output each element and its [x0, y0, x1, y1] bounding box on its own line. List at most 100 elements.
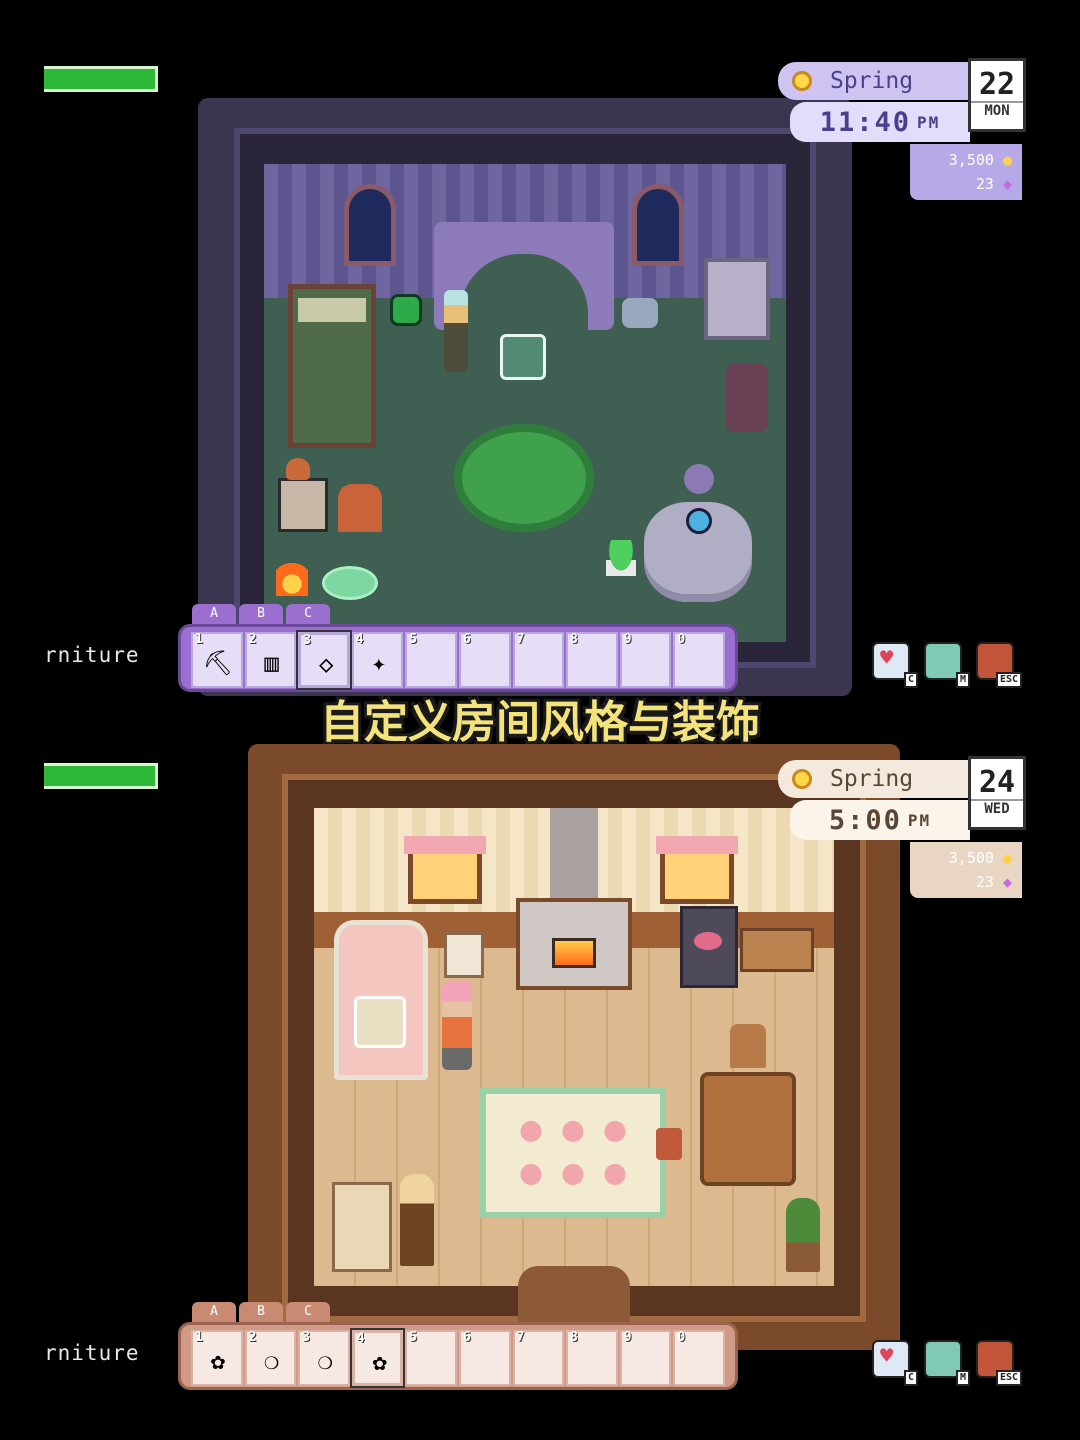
heart-menu-icon[interactable]: ♥ C [872, 642, 918, 688]
season-display: Spring [778, 760, 970, 798]
bottom-stamina-bar [44, 763, 158, 789]
gem-icon: ◆ [1002, 175, 1012, 193]
crystal-ball-icon [686, 508, 712, 534]
journal-menu-icon[interactable]: ESC [976, 642, 1022, 688]
kitchen-counter[interactable] [740, 928, 814, 972]
hotbar-slot-7[interactable]: 7 [512, 632, 565, 688]
top-menu-icons: ♥ C M ESC [872, 642, 1022, 688]
hotbar-slot-2[interactable]: 2 ▥ [244, 632, 297, 688]
heart-menu-icon[interactable]: ♥ C [872, 1340, 918, 1386]
time-display: 5:00 PM [790, 800, 970, 840]
nightstand[interactable] [444, 932, 484, 978]
bottom-side-label: rniture [44, 1341, 140, 1365]
hotbar-slot-0[interactable]: 0 [673, 1330, 725, 1386]
slot-number: 7 [516, 632, 525, 647]
hotbar-slot-9[interactable]: 9 [619, 632, 672, 688]
time-value: 11:40 [819, 106, 911, 138]
door[interactable] [518, 1266, 630, 1330]
hotbar-slot-7[interactable]: 7 [512, 1330, 565, 1386]
heart-icon: ♥ [880, 646, 894, 671]
journal-menu-icon[interactable]: ESC [976, 1340, 1022, 1386]
hotbar-slot-5[interactable]: 5 [405, 632, 457, 688]
hotbar-slot-4[interactable]: 4 ✦ [351, 632, 404, 688]
tab-b[interactable]: B [239, 1302, 283, 1322]
key-hint-c: C [903, 1370, 918, 1386]
bookshelf[interactable] [704, 258, 770, 340]
green-mat[interactable] [322, 566, 378, 600]
currency-panel: 3,500 ● 23 ◆ [910, 842, 1022, 898]
stool[interactable] [684, 464, 714, 494]
gold-count: 3,500 [948, 151, 994, 169]
hotbar-slot-1[interactable]: 1 ⛏ [191, 632, 243, 688]
calendar-icon[interactable]: 24 WED [968, 756, 1026, 830]
brick-stool[interactable] [338, 484, 382, 532]
gem-icon: ◆ [1002, 873, 1012, 891]
slot-number: 6 [462, 632, 471, 647]
hotbar-slot-0[interactable]: 0 [673, 632, 725, 688]
floor-lamp[interactable] [400, 1174, 434, 1266]
sun-icon [792, 769, 812, 789]
bed-pillow [298, 298, 366, 322]
slot-number: 9 [623, 1330, 632, 1345]
dining-chair[interactable] [730, 1024, 766, 1068]
season-display: Spring [778, 62, 970, 100]
green-mushroom-lamp[interactable] [606, 540, 636, 576]
tab-c[interactable]: C [286, 604, 330, 624]
top-side-label: rniture [44, 643, 140, 667]
green-rug[interactable] [454, 424, 594, 532]
gold-coin-icon: ● [1002, 151, 1012, 169]
slot-number: 9 [623, 632, 632, 647]
hotbar-slot-2[interactable]: 2 ❍ [244, 1330, 297, 1386]
hotbar-slot-3[interactable]: 3 ❍ [298, 1330, 350, 1386]
plant-shelf[interactable] [332, 1182, 392, 1272]
rug-pattern [510, 1110, 636, 1196]
calendar-weekday: WED [971, 799, 1023, 817]
window-left-curtain [404, 836, 486, 854]
dining-table[interactable] [700, 1072, 796, 1186]
hotbar-slot-9[interactable]: 9 [619, 1330, 672, 1386]
shards-icon: ✦ [371, 649, 387, 677]
hotbar-slot-8[interactable]: 8 [566, 632, 618, 688]
slot-number: 5 [409, 1330, 418, 1345]
flower-pot-icon: ✿ [210, 1347, 226, 1375]
calendar-icon[interactable]: 22 MON [968, 58, 1026, 132]
time-value: 5:00 [828, 804, 902, 836]
small-stool[interactable] [656, 1128, 682, 1160]
hotbar-slot-3[interactable]: 3 ◇ [296, 630, 352, 690]
top-hud: Spring 11:40 PM 22 MON 3,500 ● 23 ◆ [778, 58, 1028, 202]
hotbar-slot-4[interactable]: 4 ✿ [349, 1328, 406, 1388]
placement-cursor[interactable] [354, 996, 406, 1048]
tab-b[interactable]: B [239, 604, 283, 624]
hotbar-slot-6[interactable]: 6 [458, 632, 511, 688]
tab-c[interactable]: C [286, 1302, 330, 1322]
pickaxe-icon: ⛏ [202, 649, 234, 677]
tab-a[interactable]: A [192, 604, 236, 624]
hotbar-slot-6[interactable]: 6 [458, 1330, 511, 1386]
season-label: Spring [830, 68, 914, 94]
window-right-curtain [656, 836, 738, 854]
jar-icon: ❍ [264, 1347, 279, 1375]
gem-count: 23 [975, 175, 994, 193]
bottom-hotbar-tabs: A B C [192, 1302, 330, 1322]
slot-number: 3 [303, 633, 312, 648]
tab-a[interactable]: A [192, 1302, 236, 1322]
hotbar-slot-5[interactable]: 5 [405, 1330, 457, 1386]
crystal-icon: ◇ [318, 650, 334, 678]
placement-cursor[interactable] [500, 334, 546, 380]
green-vase[interactable] [390, 294, 422, 326]
gold-coin-icon: ● [1002, 849, 1012, 867]
rock-pile[interactable] [622, 298, 658, 328]
bottom-hud: Spring 5:00 PM 24 WED 3,500 ● 23 ◆ [778, 756, 1028, 900]
potted-plant[interactable] [786, 1198, 820, 1272]
key-hint-esc: ESC [995, 1370, 1022, 1386]
hotbar-slot-1[interactable]: 1 ✿ [191, 1330, 243, 1386]
map-menu-icon[interactable]: M [924, 1340, 970, 1386]
stove[interactable] [278, 478, 328, 532]
top-stamina-bar [44, 66, 158, 92]
rocking-chair[interactable] [726, 364, 768, 432]
teapot-icon [694, 932, 722, 950]
hotbar-slot-8[interactable]: 8 [566, 1330, 618, 1386]
currency-panel: 3,500 ● 23 ◆ [910, 144, 1022, 200]
map-menu-icon[interactable]: M [924, 642, 970, 688]
campfire-icon [276, 556, 308, 596]
